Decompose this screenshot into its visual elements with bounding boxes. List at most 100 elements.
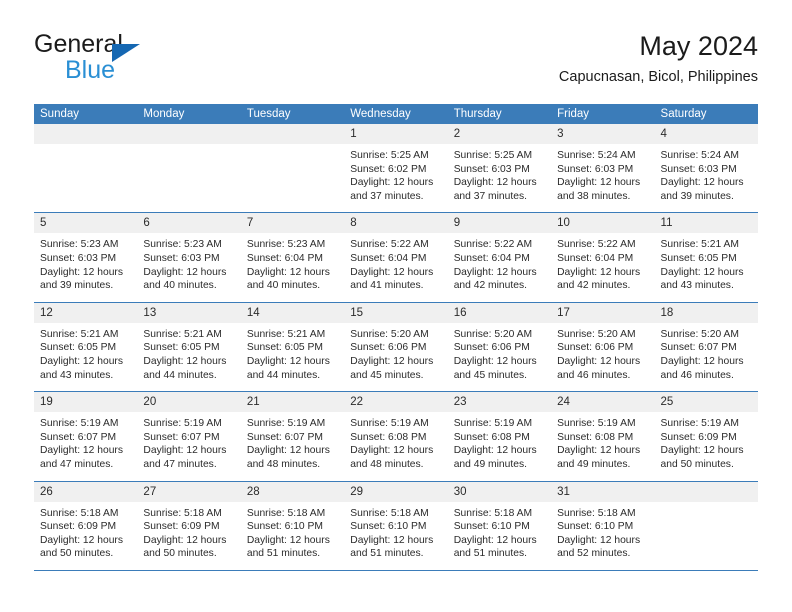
day-number: 1 — [350, 128, 357, 140]
day-detail-line: Sunset: 6:10 PM — [557, 521, 634, 533]
calendar-day-cell[interactable]: 27 Sunrise: 5:18 AM Sunset: 6:09 PM Dayligh… — [137, 481, 241, 570]
calendar-day-cell[interactable]: 5 Sunrise: 5:23 AM Sunset: 6:03 PM Daylight… — [34, 213, 138, 302]
calendar-day-cell[interactable]: 21 Sunrise: 5:19 AM Sunset: 6:07 PM Dayligh… — [240, 392, 345, 481]
calendar-day-cell[interactable]: 6 Sunrise: 5:23 AM Sunset: 6:03 PM Daylight… — [137, 213, 241, 302]
day-detail-line: Sunrise: 5:19 AM — [40, 418, 119, 430]
calendar-day-cell[interactable]: 20 Sunrise: 5:19 AM Sunset: 6:07 PM Dayligh… — [137, 392, 241, 481]
calendar-day-cell[interactable]: 14 Sunrise: 5:21 AM Sunset: 6:05 PM Dayligh… — [240, 302, 345, 392]
day-detail-line: and 41 minutes. — [350, 280, 424, 292]
day-number-header: 21 — [240, 392, 345, 413]
calendar-day-cell[interactable]: 4 Sunrise: 5:24 AM Sunset: 6:03 PM Daylight… — [654, 124, 758, 213]
day-number: 9 — [453, 217, 461, 230]
day-number: 30 — [453, 485, 467, 498]
day-detail-line: Daylight: 12 hours — [660, 445, 744, 457]
day-detail-line: and 37 minutes. — [350, 190, 424, 202]
day-detail-line: Daylight: 12 hours — [350, 355, 434, 367]
calendar-day-cell[interactable]: 18 Sunrise: 5:20 AM Sunset: 6:07 PM Dayligh… — [654, 302, 758, 392]
day-number-header: 20 — [137, 392, 241, 413]
calendar-day-cell[interactable]: 10 Sunrise: 5:22 AM Sunset: 6:04 PM Dayligh… — [551, 213, 655, 302]
day-details: Sunrise: 5:19 AM Sunset: 6:09 PM Daylight:… — [655, 412, 758, 471]
day-detail-line: Sunrise: 5:21 AM — [660, 239, 739, 251]
day-details: Sunrise: 5:19 AM Sunset: 6:08 PM Daylight:… — [551, 412, 654, 471]
day-detail-line: Daylight: 12 hours — [40, 534, 123, 546]
calendar-day-cell[interactable]: 26 Sunrise: 5:18 AM Sunset: 6:09 PM Dayligh… — [34, 481, 138, 570]
calendar-grid: Sunday Monday Tuesday Wednesday Thursday Frid… — [34, 104, 758, 571]
day-detail-line: and 44 minutes. — [143, 369, 217, 381]
day-detail-line: Sunrise: 5:20 AM — [660, 328, 739, 340]
day-number-header: 14 — [240, 302, 345, 323]
calendar-day-cell[interactable]: 29 Sunrise: 5:18 AM Sunset: 6:10 PM Dayligh… — [344, 481, 448, 570]
day-detail-line: Sunset: 6:07 PM — [40, 431, 117, 443]
day-details: Sunrise: 5:24 AM Sunset: 6:03 PM Daylight:… — [655, 144, 758, 203]
calendar-day-cell[interactable]: 19 Sunrise: 5:19 AM Sunset: 6:07 PM Dayligh… — [34, 392, 138, 481]
day-detail-line: Daylight: 12 hours — [40, 445, 123, 457]
calendar-day-cell[interactable]: 2 Sunrise: 5:25 AM Sunset: 6:03 PM Daylight… — [447, 124, 552, 213]
day-detail-line: Daylight: 12 hours — [453, 177, 537, 189]
day-details: Sunrise: 5:21 AM Sunset: 6:05 PM Daylight:… — [137, 323, 240, 382]
day-details: Sunrise: 5:20 AM Sunset: 6:06 PM Daylight:… — [448, 323, 551, 382]
day-detail-line: Sunrise: 5:19 AM — [246, 418, 326, 430]
day-detail-line: Sunrise: 5:21 AM — [40, 328, 119, 340]
day-number-header: 29 — [344, 481, 448, 502]
calendar-day-cell[interactable]: 1 Sunrise: 5:25 AM Sunset: 6:02 PM Daylight… — [344, 124, 448, 213]
day-detail-line: Sunset: 6:06 PM — [453, 342, 530, 354]
day-number-header: 15 — [344, 302, 448, 323]
calendar-day-cell[interactable]: 9 Sunrise: 5:22 AM Sunset: 6:04 PM Daylight… — [447, 213, 552, 302]
day-detail-line: Daylight: 12 hours — [350, 445, 434, 457]
day-detail-line: Daylight: 12 hours — [660, 266, 744, 278]
day-detail-line: Sunset: 6:09 PM — [40, 521, 117, 533]
calendar-day-cell[interactable]: 22 Sunrise: 5:19 AM Sunset: 6:08 PM Dayligh… — [344, 392, 448, 481]
calendar-day-cell[interactable]: 7 Sunrise: 5:23 AM Sunset: 6:04 PM Daylight… — [240, 213, 345, 302]
day-number-header: 11 — [654, 213, 758, 234]
day-details: Sunrise: 5:18 AM Sunset: 6:10 PM Daylight:… — [551, 502, 654, 561]
day-detail-line: and 50 minutes. — [40, 548, 114, 560]
day-detail-line: Daylight: 12 hours — [246, 534, 330, 546]
day-detail-line: and 46 minutes. — [557, 369, 631, 381]
calendar-weeks: 1 Sunrise: 5:25 AM Sunset: 6:02 PM Daylight… — [34, 124, 758, 571]
day-detail-line: Sunrise: 5:18 AM — [40, 507, 119, 519]
day-number-header: 31 — [551, 481, 655, 502]
calendar-day-cell[interactable]: 16 Sunrise: 5:20 AM Sunset: 6:06 PM Dayligh… — [447, 302, 552, 392]
day-detail-line: and 40 minutes. — [246, 280, 321, 292]
day-detail-line: Sunrise: 5:18 AM — [557, 507, 636, 519]
calendar-day-cell[interactable]: 23 Sunrise: 5:19 AM Sunset: 6:08 PM Dayligh… — [447, 392, 552, 481]
day-details: Sunrise: 5:19 AM Sunset: 6:07 PM Daylight:… — [241, 412, 344, 471]
day-detail-line: and 50 minutes. — [660, 458, 734, 470]
day-detail-line: and 39 minutes. — [40, 280, 114, 292]
day-detail-line: Sunset: 6:07 PM — [143, 431, 220, 443]
day-details: Sunrise: 5:18 AM Sunset: 6:09 PM Daylight:… — [137, 502, 240, 561]
calendar-day-cell[interactable]: 8 Sunrise: 5:22 AM Sunset: 6:04 PM Daylight… — [344, 213, 448, 302]
calendar-day-cell[interactable]: 30 Sunrise: 5:18 AM Sunset: 6:10 PM Dayligh… — [447, 481, 552, 570]
calendar-day-cell[interactable]: 15 Sunrise: 5:20 AM Sunset: 6:06 PM Dayligh… — [344, 302, 448, 392]
calendar-day-cell[interactable]: 24 Sunrise: 5:19 AM Sunset: 6:08 PM Dayligh… — [551, 392, 655, 481]
day-detail-line: Daylight: 12 hours — [557, 534, 641, 546]
calendar-week-row: 12 Sunrise: 5:21 AM Sunset: 6:05 PM Dayligh… — [34, 302, 758, 393]
weekday-header-thursday: Thursday — [453, 108, 502, 120]
day-number-header: 26 — [34, 481, 138, 502]
weekday-header-wednesday: Wednesday — [350, 108, 411, 120]
day-detail-line: and 38 minutes. — [557, 190, 631, 202]
weekday-header-tuesday: Tuesday — [246, 108, 291, 120]
day-number-header: 6 — [137, 213, 241, 234]
day-number: 11 — [660, 217, 673, 230]
brand-logo[interactable]: General Blue — [34, 30, 294, 92]
day-detail-line: and 50 minutes. — [143, 548, 217, 560]
calendar-day-cell[interactable]: 31 Sunrise: 5:18 AM Sunset: 6:10 PM Dayligh… — [551, 481, 655, 570]
calendar-day-cell[interactable]: 11 Sunrise: 5:21 AM Sunset: 6:05 PM Dayligh… — [654, 213, 758, 302]
calendar-day-cell[interactable]: 25 Sunrise: 5:19 AM Sunset: 6:09 PM Dayligh… — [654, 392, 758, 481]
day-number-header: 1 — [344, 124, 448, 144]
calendar-day-cell[interactable]: 17 Sunrise: 5:20 AM Sunset: 6:06 PM Dayligh… — [551, 302, 655, 392]
calendar-day-cell[interactable]: 28 Sunrise: 5:18 AM Sunset: 6:10 PM Dayligh… — [240, 481, 345, 570]
day-detail-line: Sunrise: 5:19 AM — [557, 418, 636, 430]
day-detail-line: and 51 minutes. — [453, 548, 527, 560]
calendar-day-cell[interactable]: 3 Sunrise: 5:24 AM Sunset: 6:03 PM Daylight… — [551, 124, 655, 213]
day-number: 12 — [40, 306, 53, 319]
day-detail-line: and 45 minutes. — [453, 369, 527, 381]
day-details: Sunrise: 5:21 AM Sunset: 6:05 PM Daylight:… — [34, 323, 137, 382]
day-details: Sunrise: 5:18 AM Sunset: 6:09 PM Daylight:… — [34, 502, 137, 561]
calendar-day-cell[interactable]: 13 Sunrise: 5:21 AM Sunset: 6:05 PM Dayligh… — [137, 302, 241, 392]
calendar-day-cell[interactable]: 12 Sunrise: 5:21 AM Sunset: 6:05 PM Dayligh… — [34, 302, 138, 392]
blue-triangle-flag-icon — [112, 44, 140, 62]
day-number: 27 — [143, 485, 157, 498]
day-detail-line: Daylight: 12 hours — [143, 355, 227, 367]
